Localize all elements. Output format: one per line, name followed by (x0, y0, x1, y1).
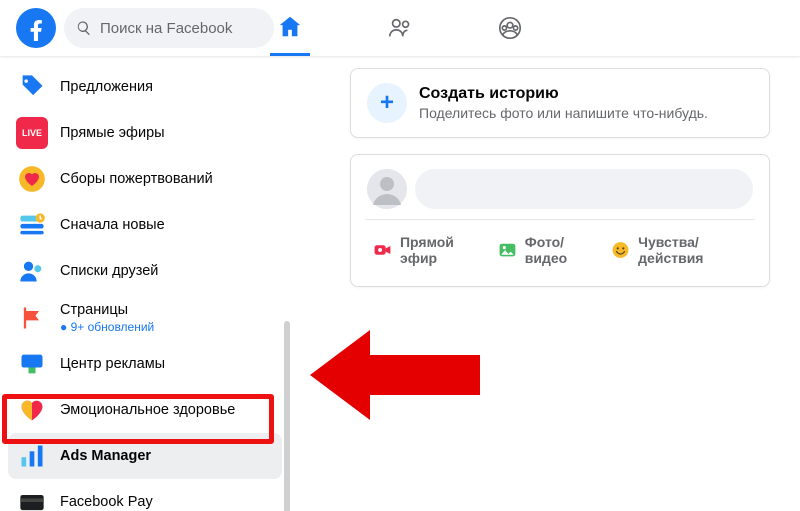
nav-friends[interactable] (380, 0, 420, 56)
sidebar-item-label: Ads Manager (60, 448, 151, 464)
heart-icon (16, 394, 48, 426)
bars-icon (16, 440, 48, 472)
composer-action-label: Фото/видео (525, 234, 595, 266)
create-story-card[interactable]: + Создать историю Поделитесь фото или на… (350, 68, 770, 138)
smile-icon (611, 239, 630, 261)
composer-feeling-button[interactable]: Чувства/действия (603, 228, 755, 272)
sidebar-item-emotional-health[interactable]: Эмоциональное здоровье (8, 387, 282, 433)
sidebar-item-label: Предложения (60, 79, 153, 95)
video-icon (373, 239, 392, 261)
search-placeholder: Поиск на Facebook (100, 20, 232, 37)
left-sidebar: Предложения LIVE Прямые эфиры Сборы поже… (0, 56, 290, 511)
composer-photo-button[interactable]: Фото/видео (490, 228, 603, 272)
sidebar-item-label: Центр рекламы (60, 356, 165, 372)
sidebar-item-fundraisers[interactable]: Сборы пожертвований (8, 156, 282, 202)
composer-input[interactable] (415, 169, 753, 209)
composer-live-button[interactable]: Прямой эфир (365, 228, 490, 272)
recent-icon (16, 209, 48, 241)
heart-coin-icon (16, 163, 48, 195)
top-nav (270, 0, 530, 56)
adcenter-icon (16, 348, 48, 380)
tag-icon (16, 71, 48, 103)
composer-action-label: Прямой эфир (400, 234, 482, 266)
groups-icon (497, 15, 523, 41)
flag-icon (16, 302, 48, 334)
sidebar-item-label: Сначала новые (60, 217, 165, 233)
sidebar-item-label: Эмоциональное здоровье (60, 402, 235, 418)
avatar[interactable] (367, 169, 407, 209)
sidebar-item-sublabel: ● 9+ обновлений (60, 320, 154, 334)
story-subtitle: Поделитесь фото или напишите что-нибудь. (419, 105, 708, 121)
sidebar-item-label: Списки друзей (60, 263, 158, 279)
sidebar-item-label: Страницы (60, 302, 128, 318)
sidebar-item-live[interactable]: LIVE Прямые эфиры (8, 110, 282, 156)
sidebar-item-label: Сборы пожертвований (60, 171, 213, 187)
sidebar-item-offers[interactable]: Предложения (8, 64, 282, 110)
sidebar-item-ads-manager[interactable]: Ads Manager (8, 433, 282, 479)
sidebar-item-recent[interactable]: Сначала новые (8, 202, 282, 248)
sidebar-item-label: Facebook Pay (60, 494, 153, 510)
home-icon (277, 14, 303, 40)
sidebar-item-adcenter[interactable]: Центр рекламы (8, 341, 282, 387)
plus-icon: + (367, 83, 407, 123)
pay-icon (16, 486, 48, 511)
sidebar-item-facebook-pay[interactable]: Facebook Pay (8, 479, 282, 511)
avatar-placeholder-icon (367, 169, 407, 209)
story-title: Создать историю (419, 85, 708, 103)
composer-action-label: Чувства/действия (638, 234, 747, 266)
sidebar-item-pages[interactable]: Страницы ● 9+ обновлений (8, 294, 282, 341)
photo-icon (498, 239, 517, 261)
facebook-logo[interactable] (16, 8, 56, 48)
search-input[interactable]: Поиск на Facebook (64, 8, 274, 48)
scrollbar[interactable] (284, 321, 290, 511)
composer-card: Прямой эфир Фото/видео Чувства/действия (350, 154, 770, 287)
nav-groups[interactable] (490, 0, 530, 56)
sidebar-item-friendlists[interactable]: Списки друзей (8, 248, 282, 294)
nav-home[interactable] (270, 0, 310, 56)
sidebar-item-label: Прямые эфиры (60, 125, 165, 141)
live-icon: LIVE (16, 117, 48, 149)
facebook-logo-icon (23, 15, 49, 41)
friends-icon (387, 15, 413, 41)
top-header: Поиск на Facebook (0, 0, 800, 56)
search-icon (76, 20, 92, 36)
main-feed: + Создать историю Поделитесь фото или на… (290, 56, 800, 511)
friendlist-icon (16, 255, 48, 287)
